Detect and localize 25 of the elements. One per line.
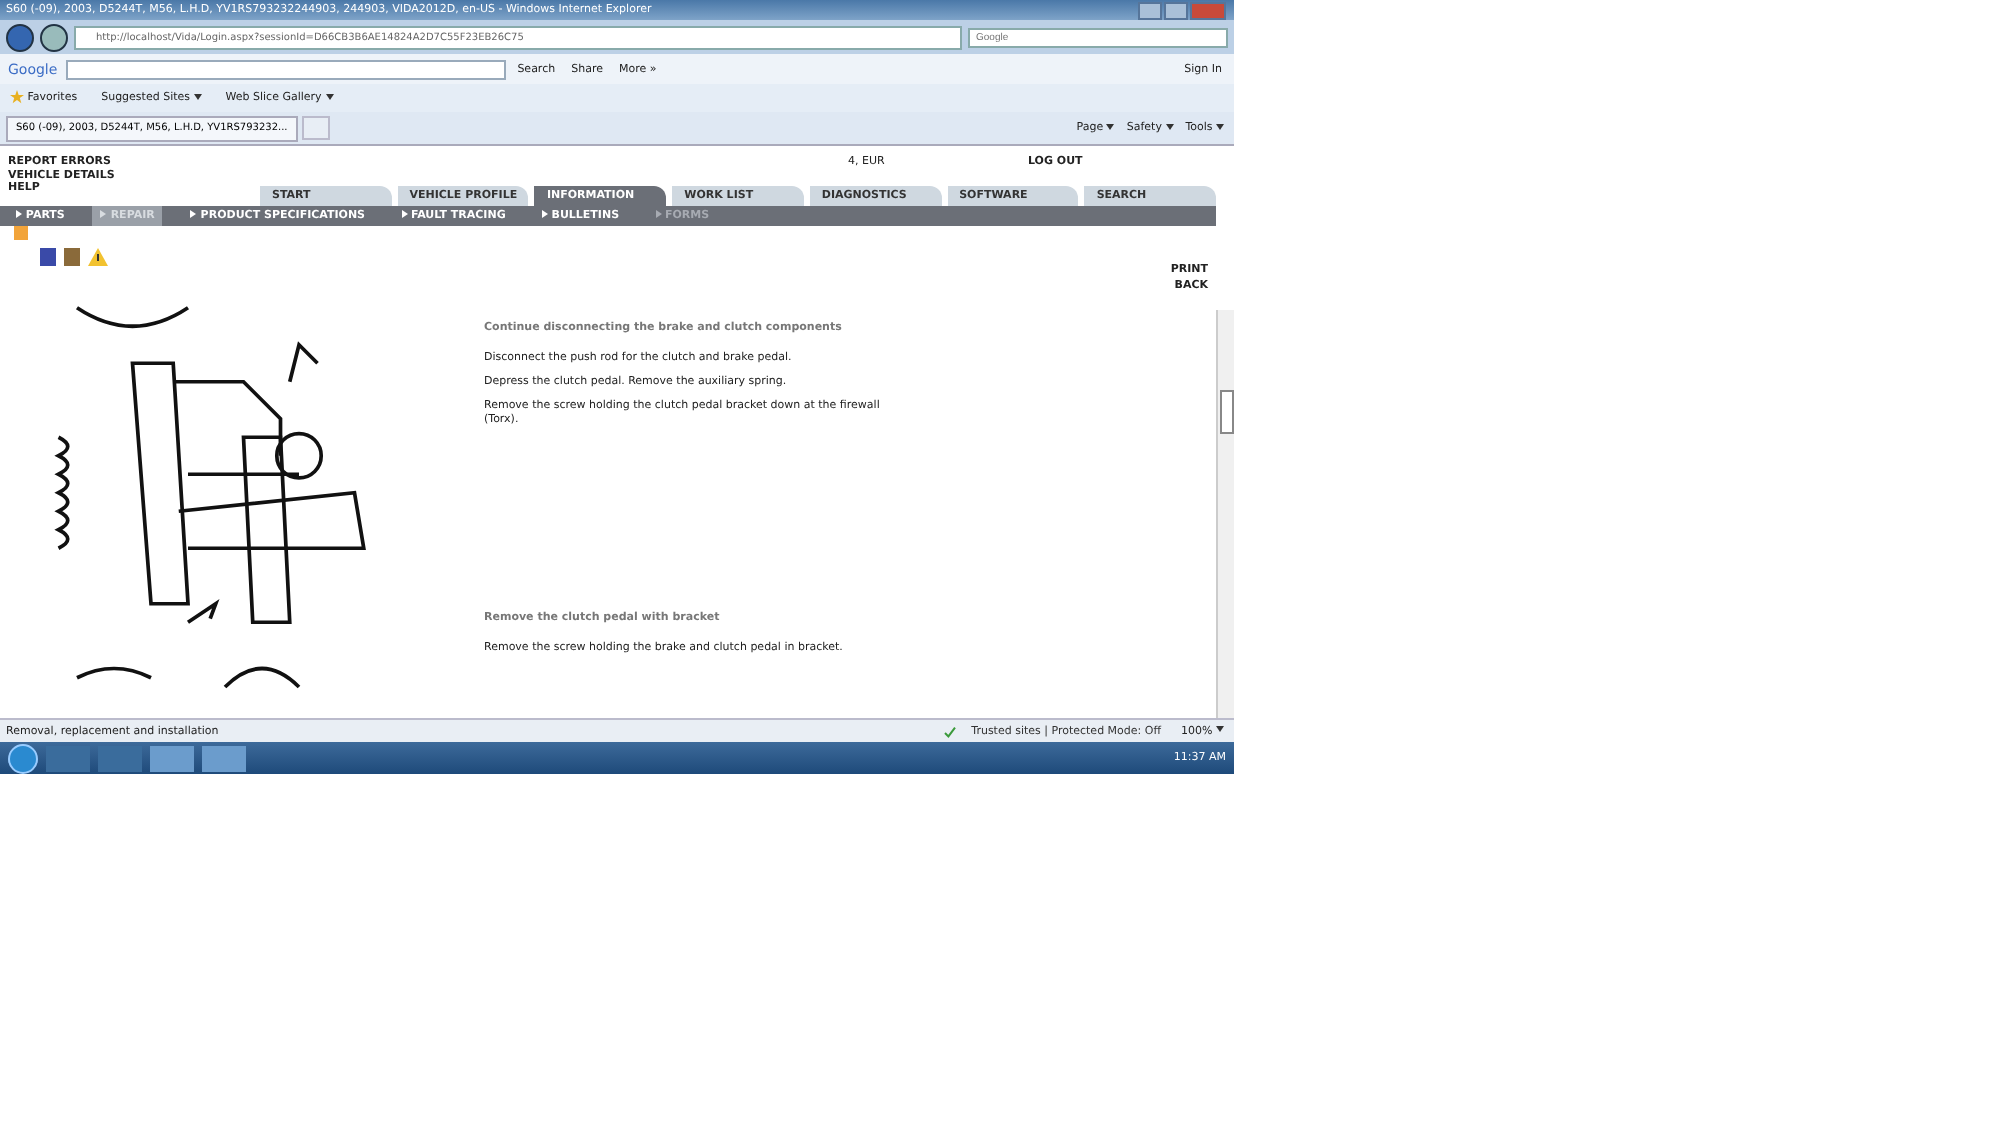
google-search-field[interactable]	[65, 59, 506, 79]
arrow-icon	[100, 210, 107, 219]
caret-icon	[193, 93, 202, 100]
warning-icon[interactable]	[88, 247, 108, 265]
scrollbar[interactable]	[1216, 310, 1234, 718]
caret-icon	[1106, 123, 1115, 130]
maximize-button[interactable]	[1164, 1, 1188, 19]
arrow-icon	[16, 210, 22, 219]
start-button[interactable]	[8, 743, 38, 773]
new-tab-button[interactable]	[301, 116, 330, 140]
arrow-icon	[401, 210, 408, 219]
arrow-icon	[655, 210, 662, 219]
arrow-icon	[541, 210, 548, 219]
caret-icon	[1216, 123, 1224, 130]
check-icon	[943, 725, 956, 737]
caret-icon	[325, 93, 334, 100]
back-button[interactable]	[6, 23, 34, 51]
arrow-icon	[190, 210, 197, 219]
taskbar-icon[interactable]	[150, 745, 194, 771]
star-icon	[10, 90, 24, 105]
forward-button[interactable]	[40, 23, 68, 51]
taskbar-icon[interactable]	[202, 745, 246, 771]
caret-icon	[1216, 726, 1224, 733]
caret-icon	[1165, 123, 1174, 130]
minimize-button[interactable]	[1138, 1, 1162, 19]
